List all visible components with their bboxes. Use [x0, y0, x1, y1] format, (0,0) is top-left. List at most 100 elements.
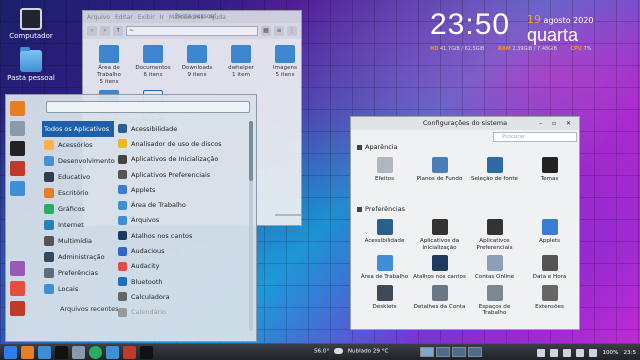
menu-item[interactable]: Editar: [115, 14, 133, 21]
phone-icon[interactable]: [89, 345, 102, 359]
recent-files-item[interactable]: Arquivos recentes: [60, 305, 119, 313]
workspace-switcher[interactable]: [420, 347, 482, 357]
weather-applet[interactable]: 56.0° Nublado 29 °C: [314, 348, 388, 355]
desktop-icon-computer[interactable]: Computador: [4, 8, 58, 40]
settings-item[interactable]: Planos de Fundo: [412, 157, 467, 183]
settings-item[interactable]: Espaços de Trabalho: [467, 284, 522, 317]
desktop-icon-home[interactable]: Pasta pessoal: [4, 47, 58, 82]
workspace-3[interactable]: [452, 347, 466, 357]
app-item[interactable]: Atalhos nos cantos: [118, 228, 246, 243]
settings-search-input[interactable]: Procurar: [493, 132, 577, 142]
terminal-icon[interactable]: [10, 141, 25, 156]
tray-icon[interactable]: [537, 348, 546, 357]
category-item[interactable]: Preferências: [42, 265, 114, 281]
taskbar-clock[interactable]: 23:5: [623, 350, 636, 356]
settings-item[interactable]: Efeitos: [357, 157, 412, 183]
category-item[interactable]: Locais: [42, 281, 114, 297]
files-icon[interactable]: [38, 345, 51, 359]
logout-icon[interactable]: [10, 281, 25, 296]
forward-button[interactable]: ›: [100, 26, 110, 36]
file-item[interactable]: Documentos 6 itens: [133, 45, 173, 86]
category-item[interactable]: Desenvolvimento: [42, 153, 115, 169]
settings-item[interactable]: Detalhes da Conta: [412, 284, 467, 317]
file-item[interactable]: Downloads 9 itens: [177, 45, 217, 86]
category-item[interactable]: Gráficos: [42, 201, 114, 217]
battery-icon[interactable]: [589, 348, 598, 357]
menu-item[interactable]: Arquivo: [87, 14, 110, 21]
app-item[interactable]: Calendário: [118, 305, 246, 320]
category-item[interactable]: Todos os Aplicativos: [42, 121, 114, 137]
category-label: Locais: [58, 285, 79, 293]
settings-item[interactable]: Aplicativos Preferenciais: [467, 219, 522, 251]
app-icon[interactable]: [123, 345, 136, 359]
lock-screen-icon[interactable]: [10, 261, 25, 276]
settings-icon[interactable]: [10, 121, 25, 136]
app-item[interactable]: Aplicativos de Inicialização: [118, 152, 246, 167]
workspace-4[interactable]: [468, 347, 482, 357]
settings-titlebar[interactable]: Configurações do sistema – ▫ ✕: [351, 117, 579, 130]
monitor-icon: [20, 8, 42, 30]
app-icon: [118, 154, 127, 164]
app-list-scrollbar[interactable]: [249, 121, 253, 331]
settings-item[interactable]: Atalhos nos cantos: [412, 255, 467, 281]
menu-launcher-icon[interactable]: [4, 345, 17, 359]
settings-item-label: Temas: [540, 176, 559, 182]
folder-icon[interactable]: [106, 345, 119, 359]
app-item[interactable]: Audacity: [118, 259, 246, 274]
terminal-icon[interactable]: [55, 345, 68, 359]
app-item[interactable]: Bluetooth: [118, 274, 246, 289]
up-button[interactable]: ↑: [113, 26, 123, 36]
settings-item[interactable]: Seleção de fonte: [467, 157, 522, 183]
icon-view-button[interactable]: ▦: [261, 26, 271, 36]
app-item[interactable]: Arquivos: [118, 213, 246, 228]
workspace-1[interactable]: [420, 347, 434, 357]
category-label: Desenvolvimento: [58, 157, 115, 165]
file-item[interactable]: dwhelper 1 item: [221, 45, 261, 86]
menu-item[interactable]: Exibir: [138, 14, 155, 21]
app-icon[interactable]: [140, 345, 153, 359]
settings-item[interactable]: Acessibilidade: [357, 219, 412, 251]
settings-item[interactable]: Extensões: [522, 284, 577, 317]
volume-icon[interactable]: [576, 348, 585, 357]
back-button[interactable]: ‹: [87, 26, 97, 36]
category-item[interactable]: Multimídia: [42, 233, 114, 249]
app-item[interactable]: Applets: [118, 182, 246, 197]
file-item[interactable]: Imagens 5 itens: [265, 45, 305, 86]
app-item[interactable]: Audacious: [118, 243, 246, 258]
settings-item[interactable]: Applets: [522, 219, 577, 251]
network-icon[interactable]: [563, 348, 572, 357]
settings-item[interactable]: Desklets: [357, 284, 412, 317]
menu-search-input[interactable]: [46, 101, 250, 113]
app-item[interactable]: Calculadora: [118, 289, 246, 304]
app-item[interactable]: Analisador de uso de discos: [118, 136, 246, 151]
app-item[interactable]: Área de Trabalho: [118, 197, 246, 212]
workspace-2[interactable]: [436, 347, 450, 357]
files-icon[interactable]: [10, 181, 25, 196]
zoom-slider[interactable]: [275, 214, 301, 216]
app-label: Aplicativos Preferenciais: [131, 170, 211, 179]
settings-item[interactable]: Área de Trabalho: [357, 255, 412, 281]
window-controls[interactable]: – ▫ ✕: [539, 117, 575, 130]
category-item[interactable]: Educativo: [42, 169, 114, 185]
firefox-icon[interactable]: [10, 101, 25, 116]
path-bar[interactable]: ~: [126, 26, 258, 36]
firefox-icon[interactable]: [21, 345, 34, 359]
app-item[interactable]: Aplicativos Preferenciais: [118, 167, 246, 182]
category-item[interactable]: Internet: [42, 217, 114, 233]
menu-item[interactable]: Ir: [160, 14, 164, 21]
shield-icon[interactable]: [550, 348, 559, 357]
settings-item[interactable]: Contas Online: [467, 255, 522, 281]
file-item[interactable]: Área de Trabalho 5 itens: [89, 45, 129, 86]
compact-view-button[interactable]: ⋮: [287, 26, 297, 36]
package-icon[interactable]: [10, 161, 25, 176]
system-tool-icon[interactable]: [72, 345, 85, 359]
category-item[interactable]: Acessórios: [42, 137, 114, 153]
list-view-button[interactable]: ≡: [274, 26, 284, 36]
category-item[interactable]: Administração: [42, 249, 114, 265]
settings-item[interactable]: Temas: [522, 157, 577, 183]
app-item[interactable]: Acessibilidade: [118, 121, 246, 136]
power-icon[interactable]: [10, 301, 25, 316]
category-item[interactable]: Escritório: [42, 185, 114, 201]
settings-item[interactable]: Data e Hora: [522, 255, 577, 281]
settings-item[interactable]: Aplicativos da Inicialização: [412, 219, 467, 251]
